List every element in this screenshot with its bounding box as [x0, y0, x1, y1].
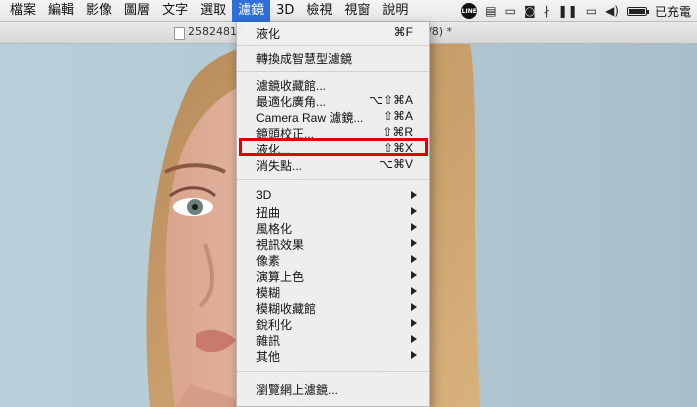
menu-item-label: 轉換成智慧型濾鏡 — [256, 52, 353, 66]
battery-icon[interactable] — [626, 6, 649, 16]
battery-status: 已充電 — [654, 4, 691, 19]
submenu-stylize[interactable]: 風格化 — [237, 219, 429, 236]
menu-edit[interactable]: 編輯 — [42, 0, 80, 22]
submenu-arrow-icon — [411, 287, 417, 295]
pause-icon[interactable]: ❚❚ — [558, 0, 578, 22]
menu-item-vanishing-point[interactable]: 消失點... ⌥⌘V — [237, 156, 429, 173]
submenu-arrow-icon — [411, 223, 417, 231]
filter-menu: 液化 ⌘F 轉換成智慧型濾鏡 濾鏡收藏館... 最適化廣角... ⌥⇧⌘A Ca… — [236, 22, 430, 407]
stylus-icon[interactable]: ∤ — [544, 0, 550, 22]
menu-type[interactable]: 文字 — [156, 0, 194, 22]
volume-icon[interactable]: ◀) — [605, 0, 619, 22]
menu-select[interactable]: 選取 — [194, 0, 232, 22]
menu-item-shortcut: ⇧⌘A — [382, 109, 413, 123]
menu-item-shortcut: ⇧⌘R — [382, 125, 413, 139]
submenu-noise[interactable]: 雜訊 — [237, 331, 429, 348]
submenu-blur[interactable]: 模糊 — [237, 283, 429, 300]
menu-bar: 檔案 編輯 影像 圖層 文字 選取 濾鏡 3D 檢視 視窗 說明 LINE ▤ … — [0, 0, 697, 22]
submenu-arrow-icon — [411, 271, 417, 279]
submenu-arrow-icon — [411, 255, 417, 263]
menu-item-shortcut: ⌥⌘V — [379, 157, 413, 171]
submenu-distort[interactable]: 扭曲 — [237, 203, 429, 220]
menu-file[interactable]: 檔案 — [4, 0, 42, 22]
menu-item-shortcut: ⌘F — [393, 25, 413, 39]
submenu-sharpen[interactable]: 銳利化 — [237, 315, 429, 332]
submenu-arrow-icon — [411, 303, 417, 311]
menu-window[interactable]: 視窗 — [338, 0, 376, 22]
submenu-pixelate[interactable]: 像素 — [237, 251, 429, 268]
submenu-arrow-icon — [411, 191, 417, 199]
menu-help[interactable]: 說明 — [376, 0, 414, 22]
menu-item-label: 瀏覽網上濾鏡... — [256, 383, 339, 397]
display-icon[interactable]: ▭ — [505, 0, 516, 22]
menu-item-filter-gallery[interactable]: 濾鏡收藏館... — [237, 76, 429, 93]
menu-item-camera-raw[interactable]: Camera Raw 濾鏡... ⇧⌘A — [237, 108, 429, 125]
camera-icon[interactable]: ◙ — [524, 0, 536, 22]
submenu-arrow-icon — [411, 351, 417, 359]
menu-item-label: 消失點... — [256, 159, 303, 173]
line-icon[interactable]: LINE — [461, 3, 478, 19]
menu-3d[interactable]: 3D — [270, 0, 300, 22]
status-area: LINE ▤ ▭ ◙ ∤ ❚❚ ▭ ◀) 已充電 — [461, 0, 697, 22]
menu-image[interactable]: 影像 — [80, 0, 118, 22]
menu-item-browse-filters-online[interactable]: 瀏覽網上濾鏡... — [237, 380, 429, 397]
menu-view[interactable]: 檢視 — [300, 0, 338, 22]
submenu-blur-gallery[interactable]: 模糊收藏館 — [237, 299, 429, 316]
menu-layer[interactable]: 圖層 — [118, 0, 156, 22]
document-icon — [174, 27, 185, 40]
submenu-video[interactable]: 視訊效果 — [237, 235, 429, 252]
menu-item-shortcut: ⌥⇧⌘A — [369, 93, 413, 107]
menu-filter[interactable]: 濾鏡 — [232, 0, 271, 22]
submenu-arrow-icon — [411, 319, 417, 327]
submenu-arrow-icon — [411, 239, 417, 247]
menu-item-convert-smart-filter[interactable]: 轉換成智慧型濾鏡 — [237, 49, 429, 66]
airplay-icon[interactable]: ▭ — [586, 0, 597, 22]
submenu-3d[interactable]: 3D — [237, 187, 429, 203]
menu-separator — [237, 45, 429, 46]
submenu-other[interactable]: 其他 — [237, 347, 429, 364]
menu-separator — [237, 179, 429, 180]
notes-icon[interactable]: ▤ — [485, 0, 496, 22]
submenu-arrow-icon — [411, 335, 417, 343]
menu-item-label: 其他 — [256, 350, 281, 364]
submenu-arrow-icon — [411, 207, 417, 215]
document-title-suffix: /8) * — [428, 25, 452, 38]
liquify-highlight-box — [239, 138, 428, 156]
menu-item-adaptive-wide-angle[interactable]: 最適化廣角... ⌥⇧⌘A — [237, 92, 429, 109]
menu-item-label: 3D — [256, 188, 272, 202]
menu-separator — [237, 371, 429, 372]
menu-item-label: 液化 — [256, 27, 281, 41]
menu-separator — [237, 71, 429, 72]
menu-item-last-filter[interactable]: 液化 ⌘F — [237, 24, 429, 41]
submenu-render[interactable]: 演算上色 — [237, 267, 429, 284]
